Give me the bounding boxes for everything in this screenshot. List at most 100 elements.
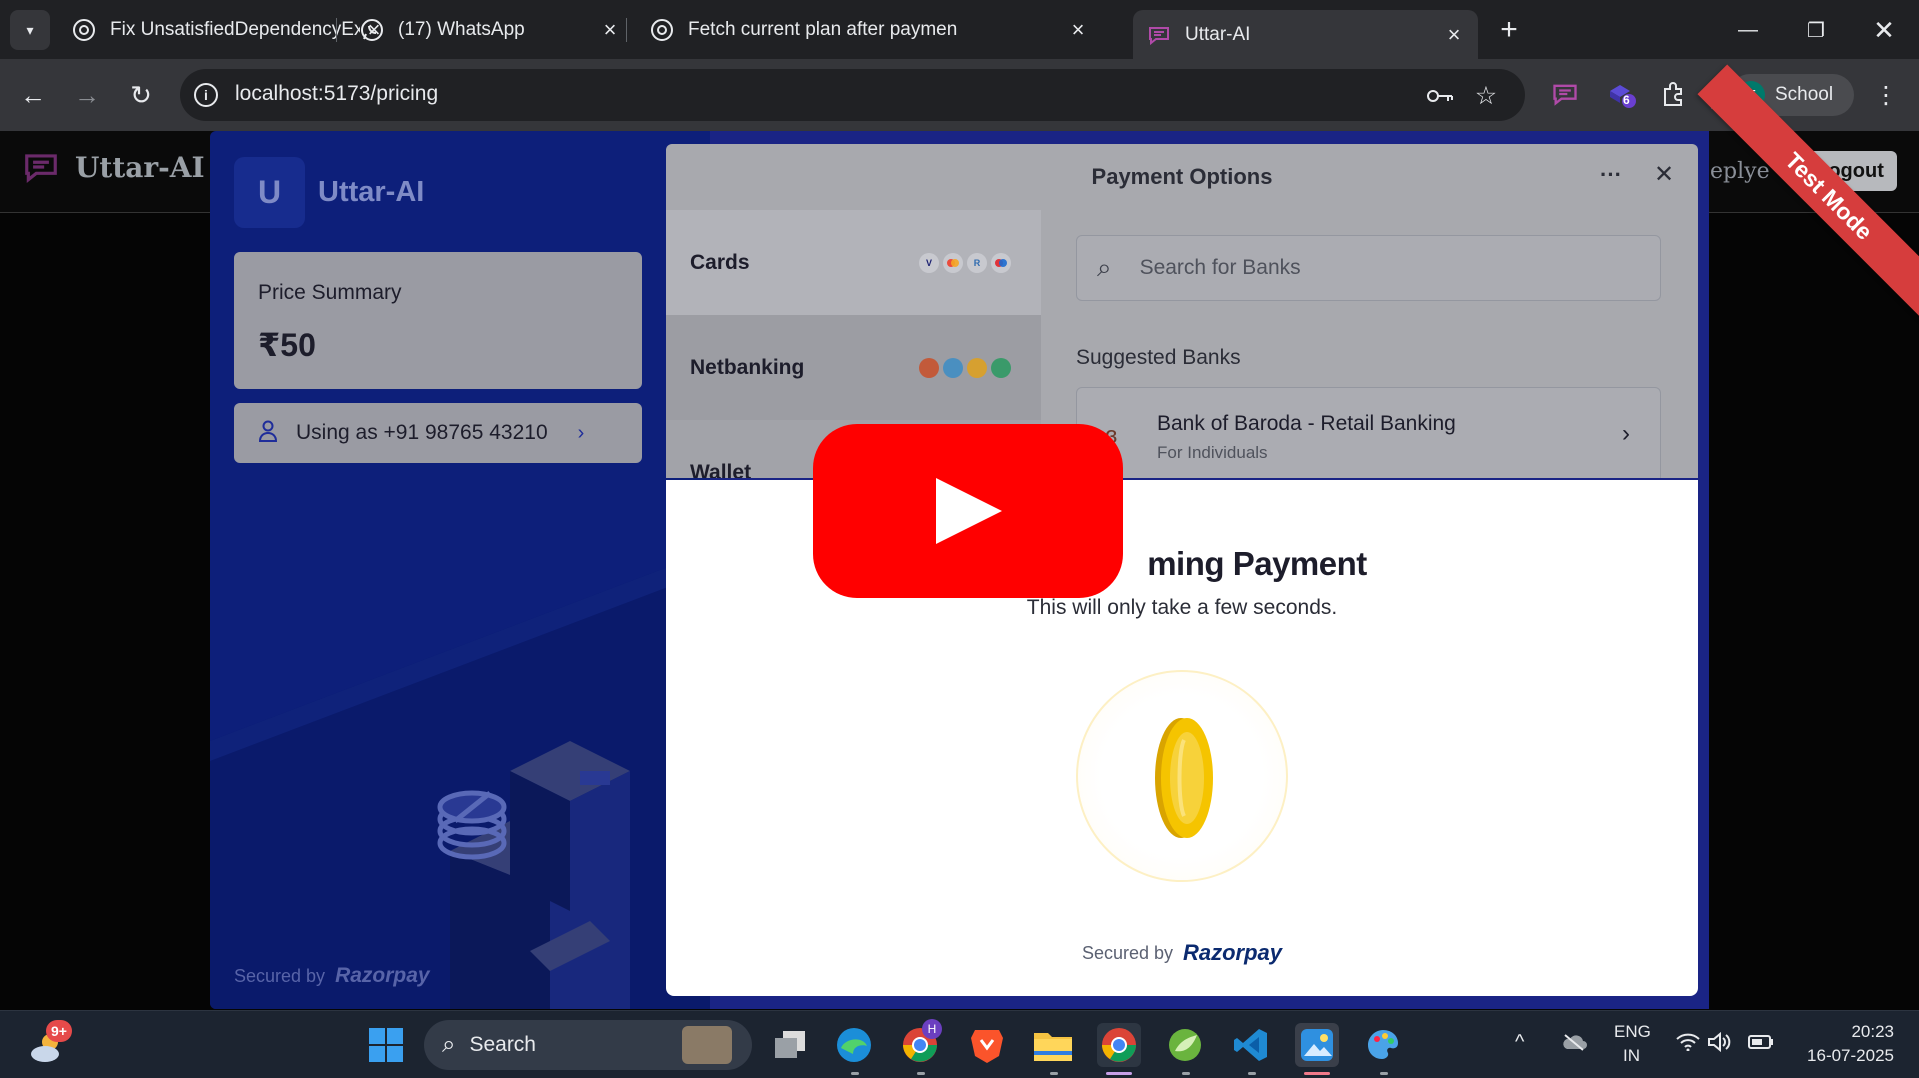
chrome-h-icon[interactable]: H — [898, 1019, 942, 1067]
wifi-icon[interactable] — [1676, 1033, 1700, 1056]
reload-button[interactable]: ↻ — [121, 75, 161, 115]
secured-by-razorpay: Secured by Razorpay — [666, 940, 1698, 966]
bank-logo-icon — [967, 357, 987, 378]
close-icon[interactable]: × — [1440, 21, 1468, 49]
file-explorer-icon[interactable] — [1031, 1023, 1075, 1067]
extensions-puzzle-icon[interactable] — [1656, 76, 1692, 112]
search-label: Search — [469, 1033, 536, 1056]
extension-icon[interactable]: 6 — [1603, 76, 1639, 112]
site-logo-text[interactable]: Uttar-AI — [75, 151, 205, 184]
new-tab-button[interactable]: + — [1491, 12, 1527, 48]
chevron-up-icon[interactable]: ^ — [1515, 1031, 1524, 1054]
tab-uttar-ai[interactable]: Uttar-AI × — [1133, 10, 1478, 59]
coin-icon — [1155, 718, 1213, 838]
restore-button[interactable]: ❐ — [1788, 10, 1844, 50]
confirming-subtitle: This will only take a few seconds. — [1026, 596, 1338, 619]
profile-badge: H — [922, 1019, 942, 1039]
active-indicator — [1304, 1072, 1330, 1075]
brave-icon[interactable] — [965, 1023, 1009, 1067]
address-bar[interactable]: i localhost:5173/pricing ☆ — [180, 69, 1525, 121]
uttar-ai-logo-icon — [22, 148, 60, 186]
url-text[interactable]: localhost:5173/pricing — [235, 82, 438, 106]
search-icon: ⌕ — [1097, 252, 1112, 282]
language-region: IN — [1623, 1046, 1640, 1065]
notification-badge: 9+ — [46, 1020, 72, 1042]
tab-strip: ▾ Fix UnsatisfiedDependencyExce × (17) W… — [0, 0, 1919, 59]
tab-title: Uttar-AI — [1185, 23, 1251, 45]
chrome-menu-icon[interactable]: ⋮ — [1866, 75, 1906, 115]
chatgpt-icon — [650, 18, 674, 42]
method-cards[interactable]: Cards V R — [666, 210, 1041, 315]
method-netbanking[interactable]: Netbanking — [666, 315, 1041, 420]
more-options-icon[interactable]: ··· — [1600, 162, 1622, 188]
taskbar: 9+ ⌕ Search H ^ ENG IN 20:23 16-07-2025 — [0, 1010, 1919, 1078]
contact-text: Using as +91 98765 43210 — [296, 421, 548, 444]
clock-date[interactable]: 16-07-2025 — [1795, 1046, 1894, 1066]
tab-search-button[interactable]: ▾ — [10, 10, 50, 50]
close-icon[interactable]: ✕ — [1654, 160, 1674, 189]
language-indicator[interactable]: ENG — [1614, 1022, 1651, 1042]
windows-start-icon[interactable] — [364, 1023, 408, 1067]
bookmark-star-icon[interactable]: ☆ — [1471, 81, 1501, 111]
tab-title: (17) WhatsApp — [398, 19, 525, 40]
back-button[interactable]: ← — [13, 75, 53, 115]
payment-options-title: Payment Options — [1091, 164, 1273, 189]
razorpay-logo: Razorpay — [1183, 940, 1283, 965]
tab-divider — [336, 18, 337, 42]
photos-app-icon[interactable] — [1295, 1023, 1339, 1067]
window-close-button[interactable]: ✕ — [1856, 10, 1912, 50]
checkout-left-pane: U Uttar-AI Price Summary ₹50 Using as +9… — [210, 131, 710, 1009]
secured-by-razorpay: Secured by Razorpay — [234, 964, 430, 988]
running-indicator — [1380, 1072, 1388, 1075]
task-view-icon[interactable] — [768, 1023, 812, 1067]
edge-icon[interactable] — [832, 1023, 876, 1067]
running-indicator — [1248, 1072, 1256, 1075]
search-highlight-image — [682, 1026, 732, 1064]
taskbar-search[interactable]: ⌕ Search — [424, 1020, 752, 1070]
method-label: Wallet — [690, 460, 752, 479]
user-icon — [258, 420, 278, 447]
razorpay-logo: Razorpay — [335, 964, 430, 987]
active-indicator — [1106, 1072, 1132, 1075]
paint-icon[interactable] — [1361, 1023, 1405, 1067]
price-summary-label: Price Summary — [258, 281, 402, 304]
method-label: Netbanking — [690, 355, 805, 379]
method-label: Cards — [690, 250, 750, 274]
bank-logo-icon — [943, 357, 963, 378]
vscode-icon[interactable] — [1229, 1023, 1273, 1067]
uttar-ai-extension-icon[interactable] — [1547, 76, 1583, 112]
secured-by-label: Secured by — [1081, 942, 1173, 963]
onedrive-offline-icon[interactable] — [1561, 1033, 1587, 1056]
clock-time[interactable]: 20:23 — [1830, 1022, 1894, 1042]
uttar-ai-icon — [1147, 23, 1171, 47]
close-icon[interactable]: × — [1064, 16, 1092, 44]
site-info-icon[interactable]: i — [194, 83, 218, 107]
tab-whatsapp[interactable]: (17) WhatsApp × — [346, 10, 634, 50]
battery-icon[interactable] — [1748, 1035, 1774, 1054]
browser-toolbar: ← → ↻ i localhost:5173/pricing ☆ 6 T Sch… — [0, 59, 1919, 131]
suggested-banks-heading: Suggested Banks — [1076, 346, 1241, 369]
volume-icon[interactable] — [1707, 1031, 1731, 1057]
bank-subtitle: For Individuals — [1157, 443, 1268, 462]
contact-details-button[interactable]: Using as +91 98765 43210 › — [234, 403, 642, 463]
tab-fetch-current-plan[interactable]: Fetch current plan after paymen × — [636, 10, 1102, 50]
nav-link-partial[interactable]: eplye — [1710, 159, 1770, 184]
close-icon[interactable]: × — [596, 16, 624, 44]
bank-search-placeholder: Search for Banks — [1139, 256, 1301, 279]
bank-logos — [919, 357, 1011, 378]
chrome-t-icon[interactable] — [1097, 1023, 1141, 1067]
bank-search-input[interactable]: ⌕ Search for Banks — [1076, 235, 1661, 301]
tab-divider — [626, 18, 627, 42]
whatsapp-icon — [360, 18, 384, 42]
visa-icon: V — [919, 252, 939, 273]
running-indicator — [851, 1072, 859, 1075]
minimize-button[interactable]: — — [1720, 10, 1776, 50]
secured-by-label: Secured by — [234, 965, 326, 986]
forward-button[interactable]: → — [67, 75, 107, 115]
confirming-title-text: ming Payment — [1147, 545, 1367, 582]
bank-option-bank-of-baroda[interactable]: ɞ Bank of Baroda - Retail Banking For In… — [1076, 387, 1661, 478]
spring-tool-icon[interactable] — [1163, 1023, 1207, 1067]
bank-logo-icon — [991, 357, 1011, 378]
password-key-icon[interactable] — [1425, 81, 1455, 111]
youtube-play-icon[interactable] — [813, 424, 1123, 598]
